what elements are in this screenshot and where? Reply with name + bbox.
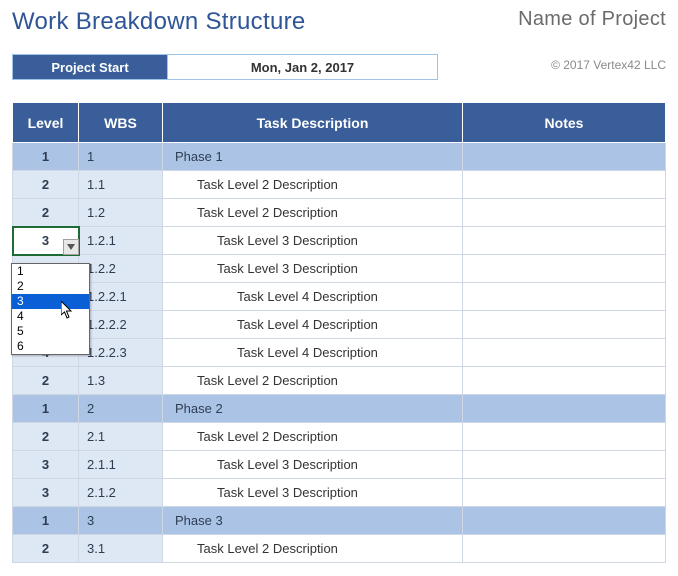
col-header-notes[interactable]: Notes (463, 103, 666, 143)
wbs-cell[interactable]: 1.2.2.3 (79, 339, 163, 367)
description-cell[interactable]: Task Level 2 Description (163, 171, 463, 199)
notes-cell[interactable] (463, 171, 666, 199)
table-row: 41.2.2.2Task Level 4 Description (13, 311, 666, 339)
table-row: 21.1Task Level 2 Description (13, 171, 666, 199)
dropdown-option[interactable]: 5 (12, 324, 89, 339)
wbs-cell[interactable]: 3 (79, 507, 163, 535)
dropdown-option[interactable]: 2 (12, 279, 89, 294)
table-row: 22.1Task Level 2 Description (13, 423, 666, 451)
description-cell[interactable]: Phase 2 (163, 395, 463, 423)
wbs-cell[interactable]: 2.1.1 (79, 451, 163, 479)
description-cell[interactable]: Task Level 2 Description (163, 199, 463, 227)
description-cell[interactable]: Task Level 4 Description (163, 339, 463, 367)
notes-cell[interactable] (463, 339, 666, 367)
dropdown-option[interactable]: 6 (12, 339, 89, 354)
level-cell[interactable]: 1 (13, 507, 79, 535)
table-row: 32.1.1Task Level 3 Description (13, 451, 666, 479)
wbs-cell[interactable]: 3.1 (79, 535, 163, 563)
dropdown-button[interactable] (63, 239, 79, 255)
page-title: Work Breakdown Structure (12, 8, 306, 36)
table-row: 13Phase 3 (13, 507, 666, 535)
notes-cell[interactable] (463, 227, 666, 255)
level-cell[interactable]: 2 (13, 367, 79, 395)
wbs-cell[interactable]: 1.2.2 (79, 255, 163, 283)
description-cell[interactable]: Task Level 3 Description (163, 451, 463, 479)
notes-cell[interactable] (463, 311, 666, 339)
table-row: 23.1Task Level 2 Description (13, 535, 666, 563)
table-row: 12Phase 2 (13, 395, 666, 423)
description-cell[interactable]: Task Level 3 Description (163, 479, 463, 507)
table-row: 11Phase 1 (13, 143, 666, 171)
copyright: © 2017 Vertex42 LLC (551, 58, 666, 72)
table-row: 41.2.2.3Task Level 4 Description (13, 339, 666, 367)
level-cell[interactable]: 1 (13, 143, 79, 171)
project-start-label: Project Start (12, 54, 168, 80)
dropdown-option[interactable]: 1 (12, 264, 89, 279)
description-cell[interactable]: Task Level 4 Description (163, 283, 463, 311)
notes-cell[interactable] (463, 255, 666, 283)
description-cell[interactable]: Task Level 2 Description (163, 367, 463, 395)
level-cell[interactable]: 1 (13, 395, 79, 423)
col-header-wbs[interactable]: WBS (79, 103, 163, 143)
wbs-cell[interactable]: 1.3 (79, 367, 163, 395)
notes-cell[interactable] (463, 423, 666, 451)
wbs-cell[interactable]: 1.2.2.2 (79, 311, 163, 339)
wbs-cell[interactable]: 1.2.2.1 (79, 283, 163, 311)
wbs-cell[interactable]: 2 (79, 395, 163, 423)
table-row: 41.2.2.1Task Level 4 Description (13, 283, 666, 311)
dropdown-option[interactable]: 4 (12, 309, 89, 324)
description-cell[interactable]: Task Level 3 Description (163, 227, 463, 255)
description-cell[interactable]: Task Level 2 Description (163, 423, 463, 451)
level-cell[interactable]: 2 (13, 535, 79, 563)
notes-cell[interactable] (463, 451, 666, 479)
notes-cell[interactable] (463, 535, 666, 563)
col-header-desc[interactable]: Task Description (163, 103, 463, 143)
project-name: Name of Project (518, 8, 666, 31)
description-cell[interactable]: Task Level 2 Description (163, 535, 463, 563)
wbs-cell[interactable]: 1.2 (79, 199, 163, 227)
level-cell[interactable]: 2 (13, 423, 79, 451)
project-start-date[interactable]: Mon, Jan 2, 2017 (168, 54, 438, 80)
level-dropdown[interactable]: 123456 (11, 263, 90, 355)
description-cell[interactable]: Phase 3 (163, 507, 463, 535)
wbs-cell[interactable]: 2.1 (79, 423, 163, 451)
notes-cell[interactable] (463, 367, 666, 395)
notes-cell[interactable] (463, 479, 666, 507)
wbs-table: Level WBS Task Description Notes 11Phase… (12, 102, 666, 563)
notes-cell[interactable] (463, 395, 666, 423)
level-cell[interactable]: 2 (13, 171, 79, 199)
description-cell[interactable]: Task Level 4 Description (163, 311, 463, 339)
table-row: 31.2.1Task Level 3 Description (13, 227, 666, 255)
table-row: 31.2.2Task Level 3 Description (13, 255, 666, 283)
level-cell[interactable]: 3 (13, 479, 79, 507)
table-row: 21.3Task Level 2 Description (13, 367, 666, 395)
wbs-cell[interactable]: 1.2.1 (79, 227, 163, 255)
notes-cell[interactable] (463, 283, 666, 311)
wbs-cell[interactable]: 1 (79, 143, 163, 171)
level-cell[interactable]: 3 (13, 227, 79, 255)
notes-cell[interactable] (463, 199, 666, 227)
wbs-cell[interactable]: 1.1 (79, 171, 163, 199)
table-row: 21.2Task Level 2 Description (13, 199, 666, 227)
col-header-level[interactable]: Level (13, 103, 79, 143)
description-cell[interactable]: Phase 1 (163, 143, 463, 171)
wbs-cell[interactable]: 2.1.2 (79, 479, 163, 507)
notes-cell[interactable] (463, 507, 666, 535)
table-row: 32.1.2Task Level 3 Description (13, 479, 666, 507)
notes-cell[interactable] (463, 143, 666, 171)
dropdown-option[interactable]: 3 (12, 294, 89, 309)
description-cell[interactable]: Task Level 3 Description (163, 255, 463, 283)
level-cell[interactable]: 2 (13, 199, 79, 227)
level-cell[interactable]: 3 (13, 451, 79, 479)
